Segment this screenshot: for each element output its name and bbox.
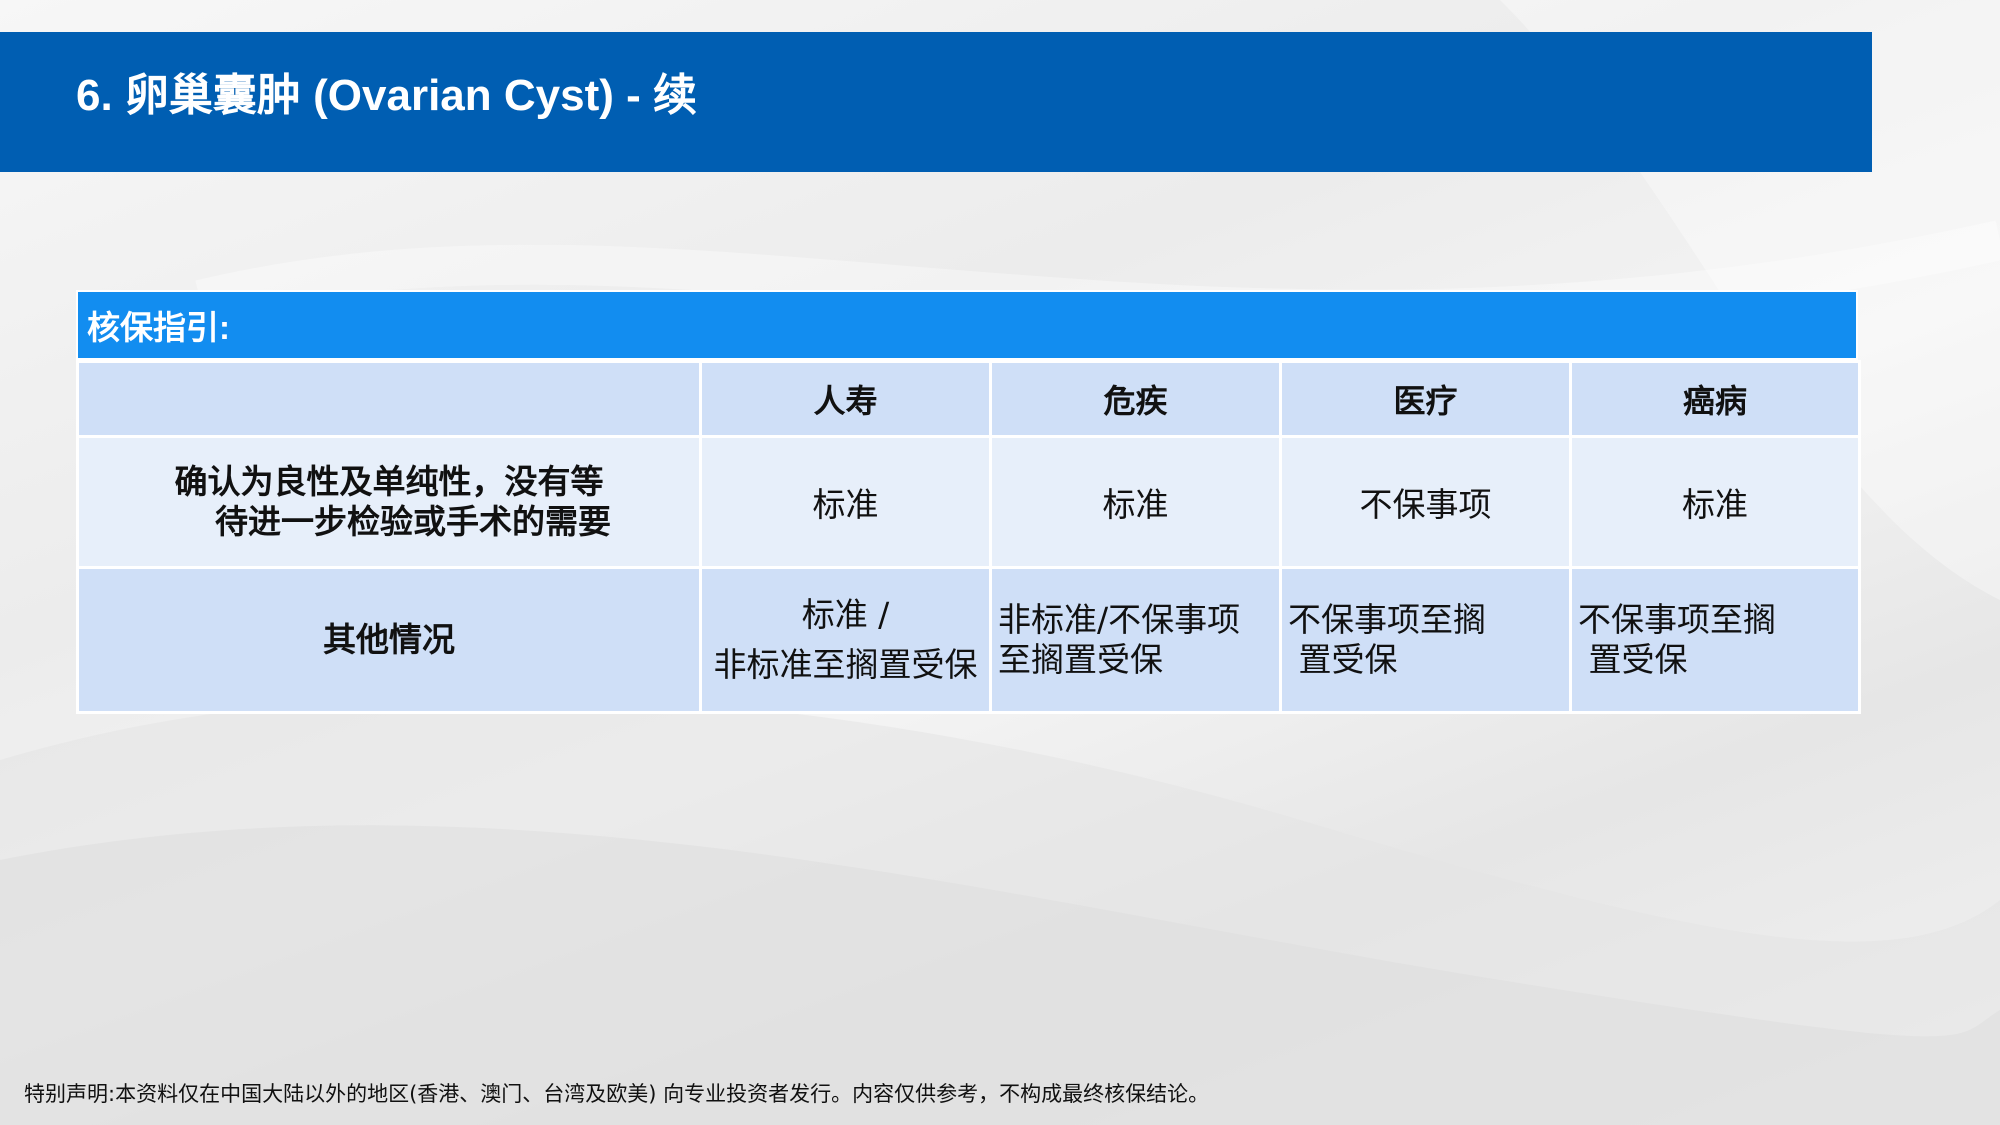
header-cell-medical: 医疗 xyxy=(1279,360,1572,438)
row-label-line: 确认为良性及单纯性，没有等 xyxy=(174,462,604,501)
cell-line: 非标准至搁置受保 xyxy=(713,645,978,684)
cell-line: 置受保 xyxy=(1288,640,1398,679)
table-header-row: 人寿 危疾 医疗 癌病 xyxy=(76,360,1861,438)
header-cell-empty xyxy=(76,360,702,438)
row-label-benign: 确认为良性及单纯性，没有等 待进一步检验或手术的需要 xyxy=(76,435,702,569)
table-row: 确认为良性及单纯性，没有等 待进一步检验或手术的需要 标准 标准 不保事项 标准 xyxy=(76,435,1861,569)
disclaimer-text: 特别声明:本资料仅在中国大陆以外的地区(香港、澳门、台湾及欧美) 向专业投资者发… xyxy=(24,1082,1210,1106)
header-cell-life: 人寿 xyxy=(699,360,992,438)
table-cell: 标准 xyxy=(1569,435,1861,569)
table-cell: 标准 xyxy=(699,435,992,569)
cell-line: 非标准/不保事项 xyxy=(998,600,1241,639)
cell-line: 至搁置受保 xyxy=(998,640,1163,679)
panel-header: 核保指引: xyxy=(76,290,1858,360)
underwriting-table: 人寿 危疾 医疗 癌病 确认为良性及单纯性，没有等 待进一步检验或手术的需要 标… xyxy=(76,360,1861,714)
table-cell: 不保事项至搁 置受保 xyxy=(1279,566,1572,714)
underwriting-guide-panel: 核保指引: 人寿 危疾 医疗 癌病 确认为良性及单纯性，没有等 待进一步检验或手… xyxy=(76,290,1861,714)
row-label-line: 待进一步检验或手术的需要 xyxy=(215,502,611,541)
table-cell: 非标准/不保事项 至搁置受保 xyxy=(989,566,1282,714)
row-label-other: 其他情况 xyxy=(76,566,702,714)
cell-line: 标准 / xyxy=(801,595,890,634)
header-cell-critical-illness: 危疾 xyxy=(989,360,1282,438)
cell-line: 不保事项至搁 xyxy=(1288,600,1486,639)
title-bar: 6. 卵巢囊肿 (Ovarian Cyst) - 续 xyxy=(0,32,1872,172)
table-cell: 标准 xyxy=(989,435,1282,569)
table-cell: 不保事项至搁 置受保 xyxy=(1569,566,1861,714)
cell-line: 不保事项至搁 xyxy=(1578,600,1776,639)
header-cell-cancer: 癌病 xyxy=(1569,360,1861,438)
table-cell: 标准 / 非标准至搁置受保 xyxy=(699,566,992,714)
page-title: 6. 卵巢囊肿 (Ovarian Cyst) - 续 xyxy=(76,71,698,120)
table-cell: 不保事项 xyxy=(1279,435,1572,569)
table-row: 其他情况 标准 / 非标准至搁置受保 非标准/不保事项 至搁置受保 不保事项至搁… xyxy=(76,566,1861,714)
cell-line: 置受保 xyxy=(1578,640,1688,679)
